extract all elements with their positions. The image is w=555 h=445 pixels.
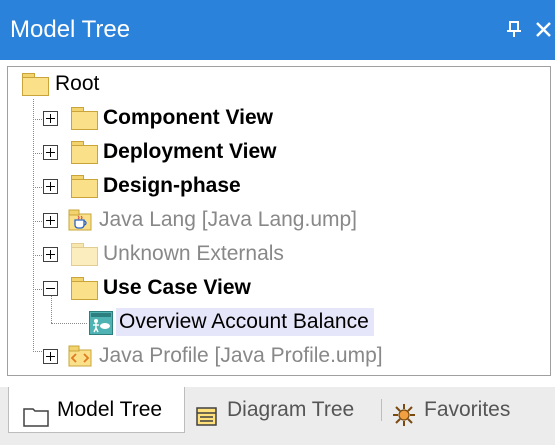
tree-item-java-profile[interactable]: Java Profile [Java Profile.ump]	[8, 339, 548, 373]
collapse-icon[interactable]	[43, 281, 58, 296]
tree-item-java-lang[interactable]: Java Lang [Java Lang.ump]	[8, 203, 548, 237]
tree-item-label: Java Profile [Java Profile.ump]	[99, 344, 383, 367]
expand-icon[interactable]	[43, 179, 58, 194]
tab-favorites[interactable]: Favorites	[392, 387, 552, 433]
tab-label: Diagram Tree	[227, 398, 355, 421]
tree-item-use-case-view[interactable]: Use Case View	[8, 271, 548, 305]
tree-item-root[interactable]: Root	[8, 67, 548, 101]
tree-item-label: Deployment View	[103, 140, 277, 163]
model-tree-panel: Root Component View Deployment View Desi…	[0, 60, 555, 387]
tab-model-tree[interactable]: Model Tree	[8, 387, 185, 433]
tree-item-label: Component View	[103, 106, 273, 129]
tree-item-overview-account-balance[interactable]: Overview Account Balance	[8, 305, 548, 339]
tab-divider	[381, 399, 382, 421]
expand-icon[interactable]	[43, 111, 58, 126]
java-package-icon	[68, 208, 92, 232]
tab-label: Model Tree	[57, 398, 163, 421]
folder-icon	[71, 277, 98, 300]
folder-icon	[71, 141, 98, 164]
use-case-diagram-icon	[89, 311, 113, 335]
tab-label: Favorites	[424, 398, 511, 421]
tree-item-label: Use Case View	[103, 276, 251, 299]
favorites-icon	[392, 398, 416, 426]
folder-icon	[71, 243, 98, 266]
tree-item-label: Root	[55, 72, 100, 95]
close-icon[interactable]	[532, 14, 555, 44]
tree-item-label: Java Lang [Java Lang.ump]	[99, 208, 358, 231]
folder-icon	[22, 73, 49, 96]
panel-title-bar: Model Tree	[0, 0, 555, 60]
tree-item-unknown-externals[interactable]: Unknown Externals	[8, 237, 548, 271]
tree-item-label: Overview Account Balance	[116, 308, 374, 336]
tree-item-deployment-view[interactable]: Deployment View	[8, 135, 548, 169]
tree-view[interactable]: Root Component View Deployment View Desi…	[7, 66, 551, 376]
expand-icon[interactable]	[43, 349, 58, 364]
folder-icon	[71, 175, 98, 198]
expand-icon[interactable]	[43, 247, 58, 262]
diagram-tree-icon	[195, 399, 219, 426]
pin-icon[interactable]	[502, 14, 526, 44]
tree-item-component-view[interactable]: Component View	[8, 101, 548, 135]
expand-icon[interactable]	[43, 145, 58, 160]
tree-item-label: Design-phase	[103, 174, 241, 197]
expand-icon[interactable]	[43, 213, 58, 228]
tree-item-design-phase[interactable]: Design-phase	[8, 169, 548, 203]
tree-item-label: Unknown Externals	[103, 242, 284, 265]
panel-title: Model Tree	[10, 16, 131, 43]
folder-icon	[71, 107, 98, 130]
profile-package-icon	[68, 344, 92, 368]
folder-icon	[23, 399, 50, 427]
bottom-tab-bar: Model Tree Diagram Tree Favorites	[0, 387, 555, 445]
tab-diagram-tree[interactable]: Diagram Tree	[195, 387, 380, 433]
